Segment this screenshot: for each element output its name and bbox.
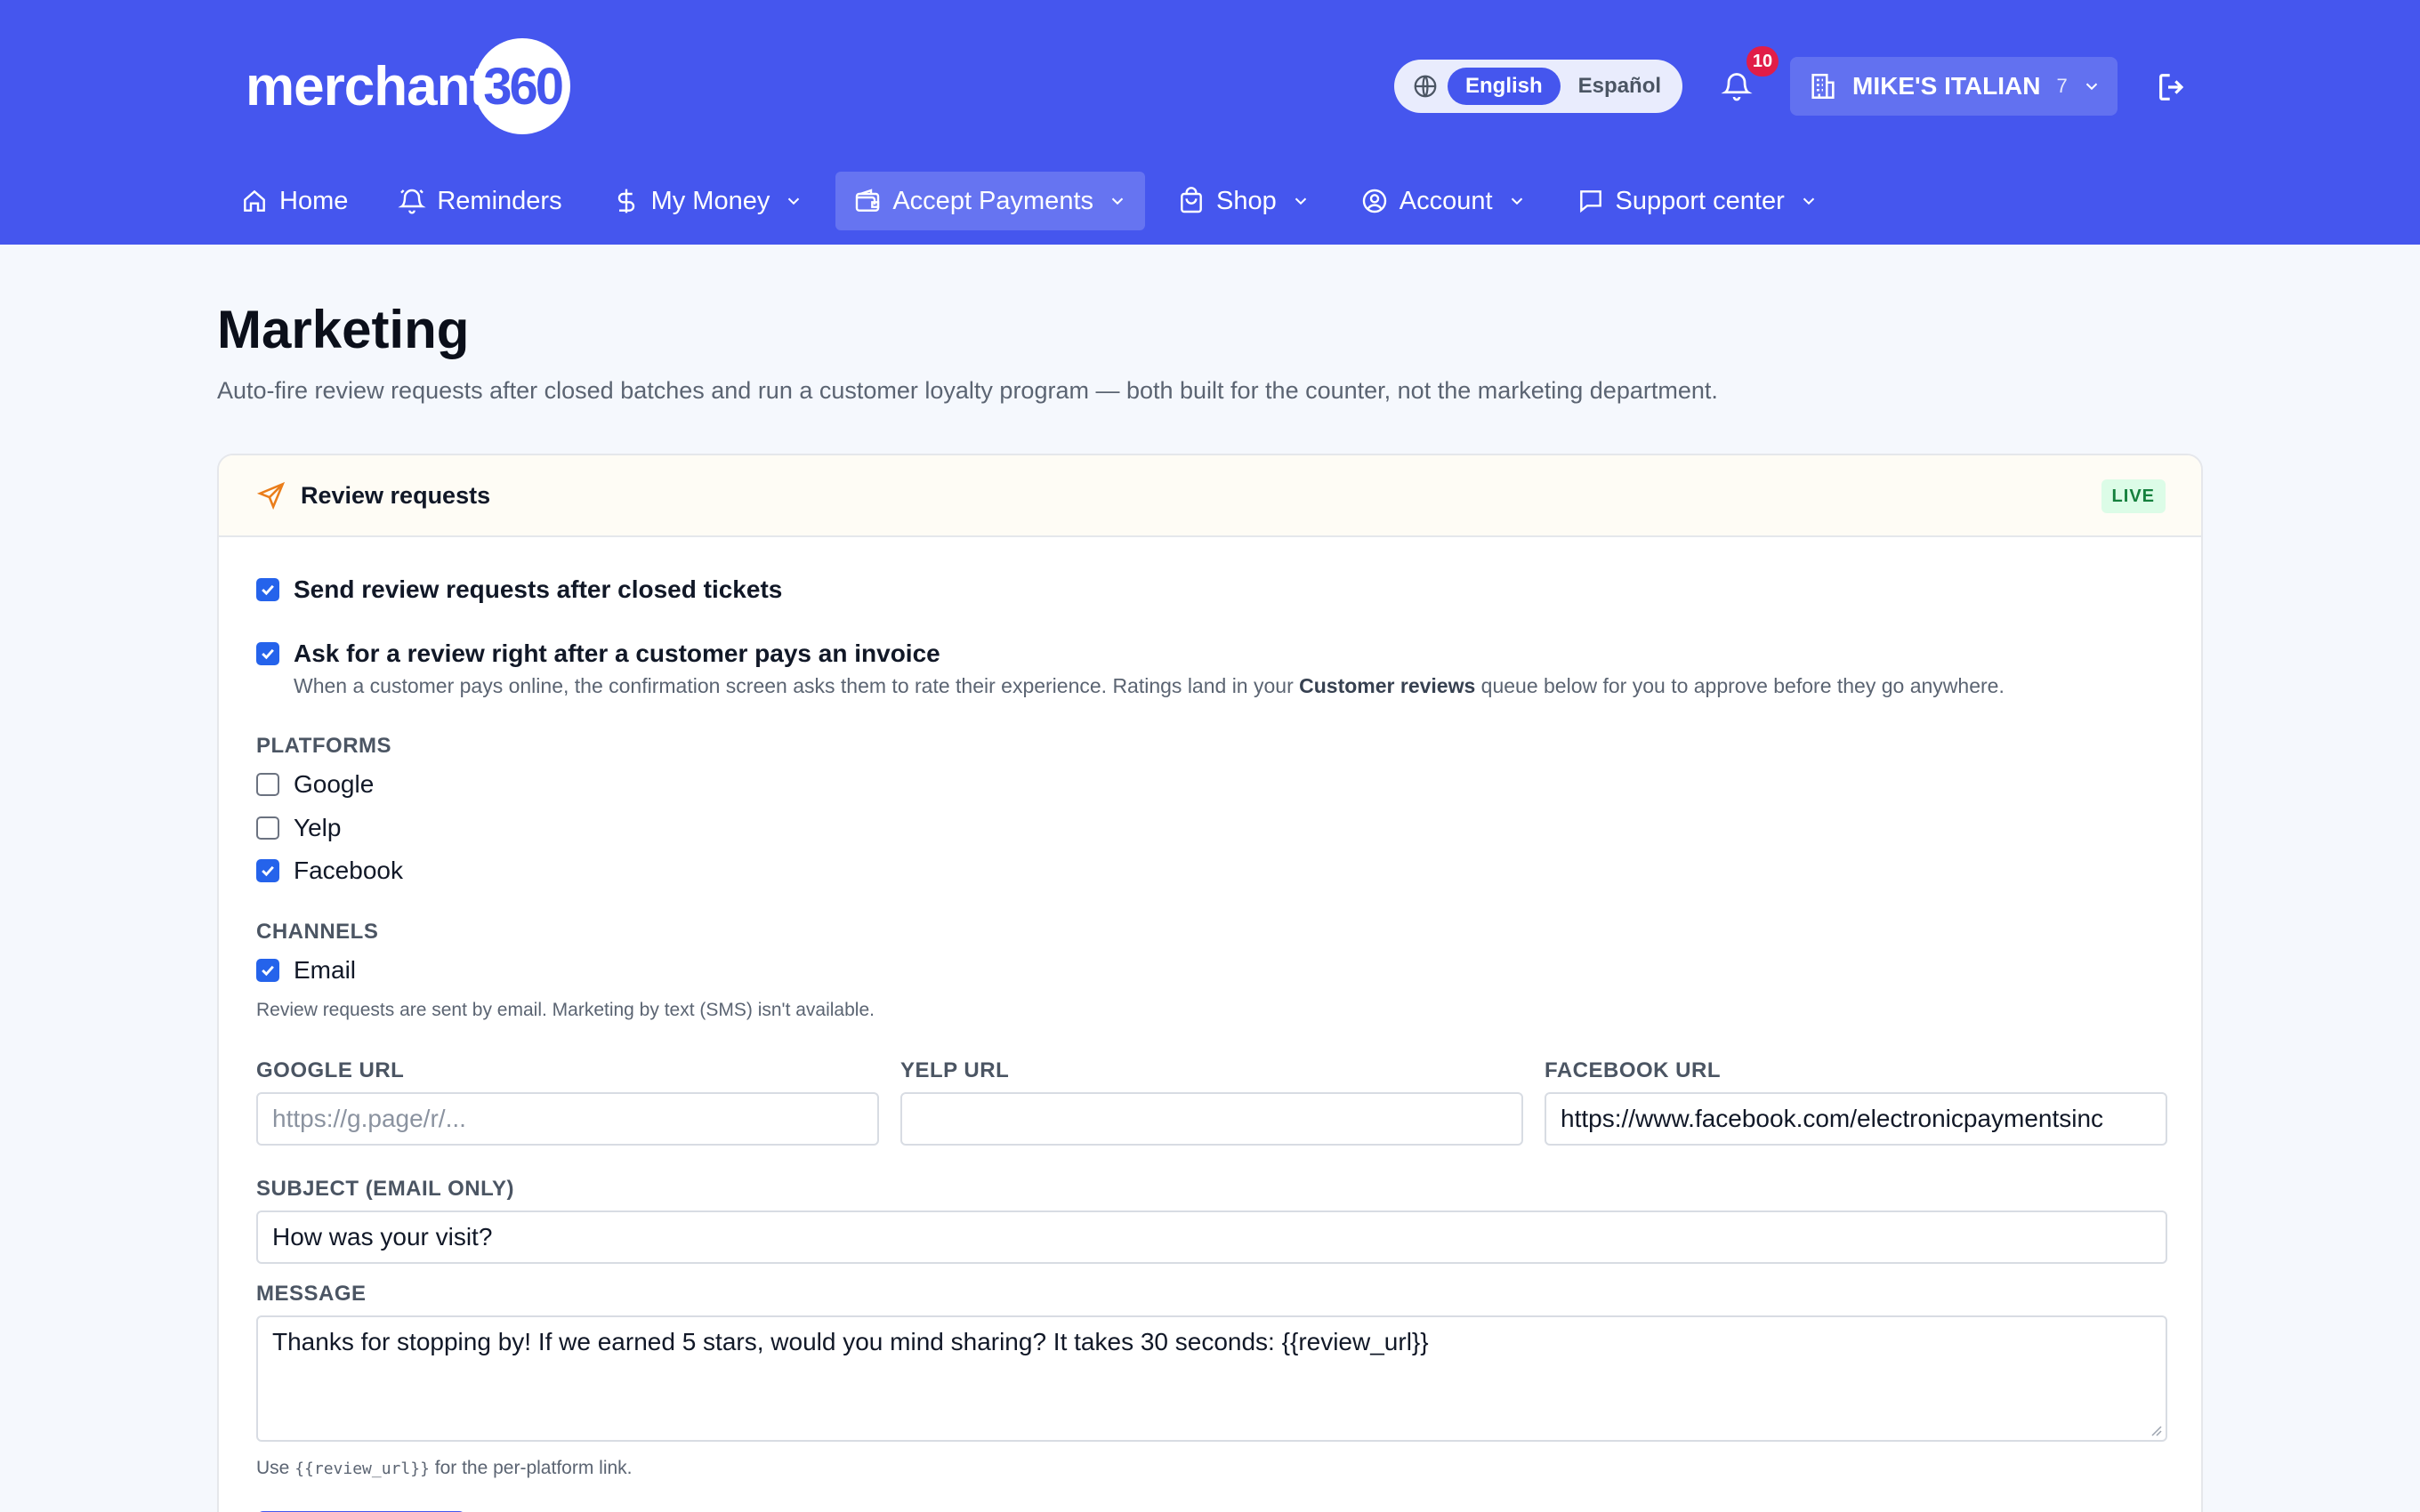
checkbox-closed-tickets[interactable] bbox=[256, 578, 279, 601]
checkbox-email[interactable] bbox=[256, 959, 279, 982]
store-count: 7 bbox=[2056, 75, 2068, 97]
logout-icon[interactable] bbox=[2155, 69, 2190, 105]
chevron-down-icon bbox=[1111, 197, 1124, 205]
page-title: Marketing bbox=[217, 300, 470, 359]
facebook-url-input[interactable]: https://www.facebook.com/electronicpayme… bbox=[1545, 1092, 2167, 1146]
bag-icon bbox=[1181, 187, 1202, 213]
nav-item-label: Accept Payments bbox=[892, 186, 1093, 215]
invoice-help-text: When a customer pays online, the confirm… bbox=[294, 674, 2005, 698]
chevron-down-icon bbox=[788, 197, 800, 205]
nav-item-my-money[interactable]: My Money bbox=[594, 172, 822, 230]
google-url-input[interactable]: https://g.page/r/... bbox=[256, 1092, 879, 1146]
message-label: MESSAGE bbox=[256, 1282, 367, 1306]
merchant360-logo[interactable]: merchant 360 bbox=[246, 37, 571, 135]
status-badge: LIVE bbox=[2101, 479, 2166, 513]
check-icon bbox=[262, 648, 274, 660]
message-textarea[interactable]: Thanks for stopping by! If we earned 5 s… bbox=[256, 1315, 2167, 1442]
nav-item-label: Support center bbox=[1615, 186, 1785, 215]
yelp-url-label: YELP URL bbox=[900, 1058, 1010, 1082]
logo-text: merchant bbox=[246, 55, 488, 117]
send-icon bbox=[256, 481, 286, 511]
option-label: Ask for a review right after a customer … bbox=[294, 639, 940, 667]
checkbox-google[interactable] bbox=[256, 773, 279, 796]
chevron-down-icon bbox=[1511, 197, 1522, 205]
checkbox-yelp[interactable] bbox=[256, 816, 279, 840]
page-subtitle: Auto-fire review requests after closed b… bbox=[217, 377, 1718, 404]
store-selector[interactable]: MIKE'S ITALIAN 7 bbox=[1790, 57, 2118, 116]
language-option-english[interactable]: English bbox=[1448, 68, 1561, 105]
platforms-heading: PLATFORMS bbox=[256, 734, 392, 758]
option-label: Send review requests after closed ticket… bbox=[294, 575, 783, 603]
help-text-start: When a customer pays online, the confirm… bbox=[294, 674, 1300, 697]
bell-icon[interactable] bbox=[1721, 69, 1753, 103]
message-text: Thanks for stopping by! If we earned 5 s… bbox=[272, 1328, 1429, 1355]
check-icon bbox=[262, 865, 274, 877]
bell-icon bbox=[398, 189, 427, 214]
globe-icon bbox=[1414, 75, 1437, 98]
subject-input[interactable]: How was your visit? bbox=[256, 1210, 2167, 1264]
nav-item-label: Reminders bbox=[437, 186, 562, 215]
nav-item-accept-payments[interactable]: Accept Payments bbox=[835, 172, 1145, 230]
card-title: Review requests bbox=[301, 481, 491, 509]
platform-google[interactable]: Google bbox=[256, 770, 374, 799]
channels-note: Review requests are sent by email. Marke… bbox=[256, 1000, 875, 1020]
chevron-down-icon bbox=[1803, 197, 1814, 205]
option-closed-tickets[interactable]: Send review requests after closed ticket… bbox=[256, 575, 782, 604]
checkbox-facebook[interactable] bbox=[256, 859, 279, 882]
logo-number: 360 bbox=[474, 38, 571, 134]
hint-code: {{review_url}} bbox=[294, 1460, 430, 1478]
hint-end: for the per-platform link. bbox=[429, 1458, 633, 1478]
language-option-espanol[interactable]: Español bbox=[1561, 68, 1679, 105]
option-after-invoice[interactable]: Ask for a review right after a customer … bbox=[256, 639, 940, 668]
nav-item-label: Home bbox=[279, 186, 349, 215]
facebook-url-label: FACEBOOK URL bbox=[1545, 1058, 1721, 1082]
nav-item-home[interactable]: Home bbox=[222, 172, 366, 230]
dollar-icon bbox=[617, 189, 634, 213]
platform-label: Yelp bbox=[294, 814, 342, 841]
notification-count-badge: 10 bbox=[1746, 46, 1779, 76]
nav-item-label: Shop bbox=[1216, 186, 1277, 215]
subject-label: SUBJECT (EMAIL ONLY) bbox=[256, 1177, 515, 1201]
chevron-down-icon bbox=[1295, 197, 1306, 205]
platform-facebook[interactable]: Facebook bbox=[256, 857, 403, 885]
check-icon bbox=[262, 965, 274, 977]
chevron-down-icon bbox=[2085, 83, 2097, 91]
nav-item-account[interactable]: Account bbox=[1343, 172, 1545, 230]
yelp-url-input[interactable] bbox=[900, 1092, 1523, 1146]
message-hint: Use {{review_url}} for the per-platform … bbox=[256, 1458, 633, 1479]
wallet-icon bbox=[856, 189, 880, 212]
nav-item-shop[interactable]: Shop bbox=[1159, 172, 1328, 230]
platform-label: Google bbox=[294, 770, 375, 798]
user-circle-icon bbox=[1362, 189, 1386, 213]
channel-label: Email bbox=[294, 956, 357, 984]
main-nav: Home Reminders My Money Accept Payments … bbox=[222, 172, 1851, 230]
message-icon bbox=[1579, 190, 1601, 213]
top-header: merchant 360 English Español 10 MIKE'S I… bbox=[0, 0, 2420, 245]
nav-item-support-center[interactable]: Support center bbox=[1559, 172, 1836, 230]
channel-email[interactable]: Email bbox=[256, 956, 356, 985]
language-toggle: English Español bbox=[1394, 60, 1682, 113]
nav-item-label: My Money bbox=[650, 186, 770, 215]
customer-reviews-link-text: Customer reviews bbox=[1299, 674, 1476, 697]
help-text-end: queue below for you to approve before th… bbox=[1475, 674, 2005, 697]
nav-item-reminders[interactable]: Reminders bbox=[380, 172, 579, 230]
nav-item-label: Account bbox=[1399, 186, 1493, 215]
check-icon bbox=[262, 584, 274, 596]
resize-handle-icon[interactable] bbox=[2148, 1422, 2162, 1436]
home-icon bbox=[244, 189, 265, 212]
channels-heading: CHANNELS bbox=[256, 920, 379, 944]
platform-label: Facebook bbox=[294, 857, 403, 884]
google-url-label: GOOGLE URL bbox=[256, 1058, 405, 1082]
checkbox-after-invoice[interactable] bbox=[256, 642, 279, 665]
platform-yelp[interactable]: Yelp bbox=[256, 814, 341, 842]
building-icon bbox=[1811, 73, 1835, 100]
store-name: MIKE'S ITALIAN bbox=[1852, 72, 2041, 100]
card-header: Review requests LIVE bbox=[219, 455, 2201, 537]
review-requests-card: Review requests LIVE Send review request… bbox=[217, 454, 2203, 1512]
hint-start: Use bbox=[256, 1458, 295, 1478]
